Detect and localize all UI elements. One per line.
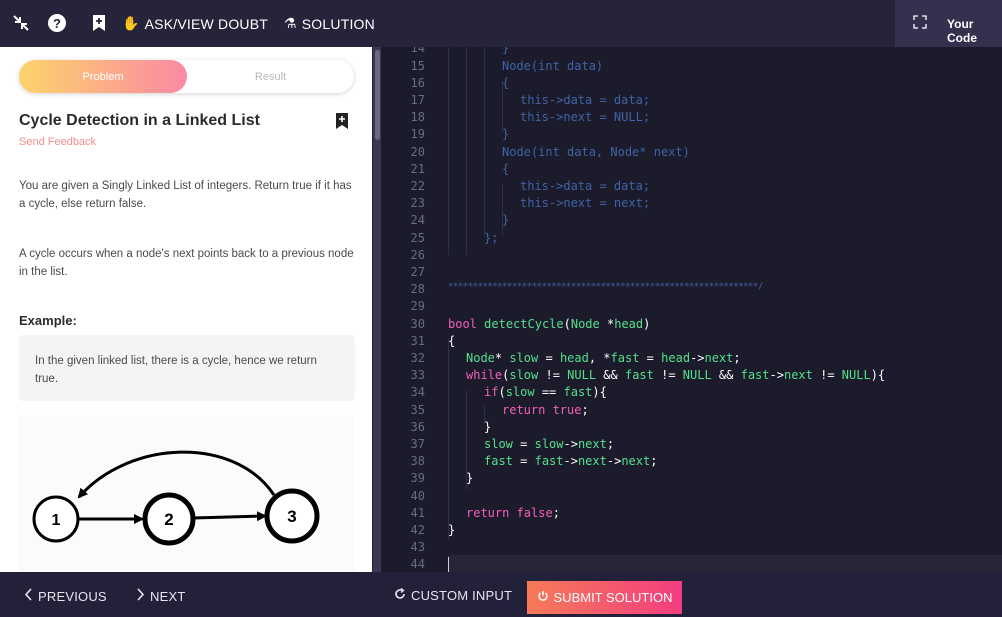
- custom-input-label: CUSTOM INPUT: [411, 588, 513, 603]
- code-line: 24}: [410, 213, 510, 227]
- expand-icon: [913, 15, 927, 34]
- code-line: 37 slow = slow->next;: [410, 437, 615, 451]
- refresh-icon: [394, 587, 406, 603]
- code-line: 38 fast = fast->next->next;: [410, 454, 658, 468]
- code-line: 30 bool detectCycle(Node *head): [410, 317, 651, 331]
- code-line: 20 Node(int data, Node* next): [410, 145, 690, 159]
- example-box: In the given linked list, there is a cyc…: [19, 335, 355, 401]
- next-label: NEXT: [150, 588, 186, 604]
- code-line: 19}: [410, 127, 510, 141]
- node-1-label: 1: [52, 512, 61, 529]
- code-line: 16{: [410, 76, 510, 90]
- code-line: 31{: [410, 334, 456, 348]
- edge-2-3: [192, 511, 267, 522]
- custom-input-button[interactable]: CUSTOM INPUT: [394, 587, 513, 603]
- submit-solution-button[interactable]: SUBMIT SOLUTION: [527, 581, 682, 614]
- code-editor[interactable]: 14} 15 Node(int data) 16{ 17 this->data = …: [381, 47, 1002, 572]
- svg-text:?: ?: [53, 16, 61, 31]
- code-line: 36}: [410, 420, 492, 434]
- code-line: 27: [410, 265, 425, 279]
- top-bar: ? ✋ ASK/VIEW DOUBT ⚗ SOLUTION Your Code: [0, 0, 1002, 47]
- code-line: 34 if(slow == fast){: [410, 385, 607, 399]
- code-line: 33 while(slow != NULL && fast != NULL && …: [410, 368, 886, 382]
- example-text: In the given linked list, there is a cyc…: [35, 355, 317, 385]
- node-2-label: 2: [164, 510, 173, 529]
- bookmark-add-icon[interactable]: [88, 12, 110, 34]
- code-line: 22 this->data = data;: [410, 179, 651, 193]
- panel-scroll-thumb[interactable]: [375, 50, 380, 140]
- code-line: 23 this->next = next;: [410, 196, 651, 210]
- solution-label: SOLUTION: [301, 15, 375, 32]
- hand-icon: ✋: [122, 15, 140, 31]
- code-line: 42}: [410, 523, 456, 537]
- problem-panel: Problem Result Cycle Detection in a Link…: [0, 47, 372, 572]
- linked-list-diagram: 1 2 3: [19, 415, 355, 572]
- cycle-arrow: [77, 450, 276, 499]
- ask-doubt-label: ASK/VIEW DOUBT: [144, 15, 269, 32]
- code-line: 15 Node(int data): [410, 59, 604, 73]
- code-line: 21{: [410, 162, 510, 176]
- your-code-button[interactable]: Your Code: [895, 0, 1002, 47]
- tab-problem[interactable]: Problem: [19, 60, 187, 93]
- previous-label: PREVIOUS: [38, 588, 107, 604]
- code-line: 25};: [410, 231, 499, 245]
- submit-solution-label: SUBMIT SOLUTION: [553, 590, 673, 605]
- text-cursor: [448, 557, 449, 572]
- cycle-definition: A cycle occurs when a node's next points…: [19, 248, 354, 278]
- problem-tabs: Problem Result: [19, 60, 354, 93]
- code-line: 18 this->next = NULL;: [410, 110, 651, 124]
- previous-button[interactable]: PREVIOUS: [24, 588, 107, 604]
- code-line: 40: [410, 489, 425, 503]
- code-line: 14}: [410, 47, 510, 55]
- code-line: 41 return false;: [410, 506, 560, 520]
- code-line: 39}: [410, 471, 474, 485]
- help-icon[interactable]: ?: [46, 12, 68, 34]
- code-line: 29: [410, 299, 425, 313]
- code-line: 43: [410, 540, 425, 554]
- code-line: 35 return true;: [410, 403, 589, 417]
- send-feedback-link[interactable]: Send Feedback: [19, 136, 96, 148]
- code-line: 44: [410, 557, 425, 571]
- example-heading: Example:: [19, 313, 77, 328]
- problem-description: You are given a Singly Linked List of in…: [19, 180, 352, 210]
- bottom-bar: PREVIOUS NEXT CUSTOM INPUT SUBMIT SOLUTI…: [0, 572, 1002, 617]
- your-code-label: Your Code: [947, 17, 977, 45]
- power-icon: [537, 590, 549, 605]
- solution-button[interactable]: ⚗ SOLUTION: [284, 15, 375, 32]
- problem-title: Cycle Detection in a Linked List: [19, 112, 260, 129]
- node-3-label: 3: [287, 507, 296, 526]
- chevron-left-icon: [24, 588, 33, 604]
- code-line: 17 this->data = data;: [410, 93, 651, 107]
- tab-result[interactable]: Result: [187, 60, 354, 93]
- bookmark-icon[interactable]: [335, 112, 349, 130]
- chevron-right-icon: [136, 588, 145, 604]
- flask-icon: ⚗: [284, 15, 297, 31]
- code-line: 28 **************************************…: [410, 282, 764, 296]
- code-line: 26: [410, 248, 425, 262]
- code-line: 32 Node* slow = head, *fast = head->next;: [410, 351, 741, 365]
- next-button[interactable]: NEXT: [136, 588, 185, 604]
- collapse-icon[interactable]: [10, 12, 32, 34]
- ask-doubt-button[interactable]: ✋ ASK/VIEW DOUBT: [122, 15, 268, 32]
